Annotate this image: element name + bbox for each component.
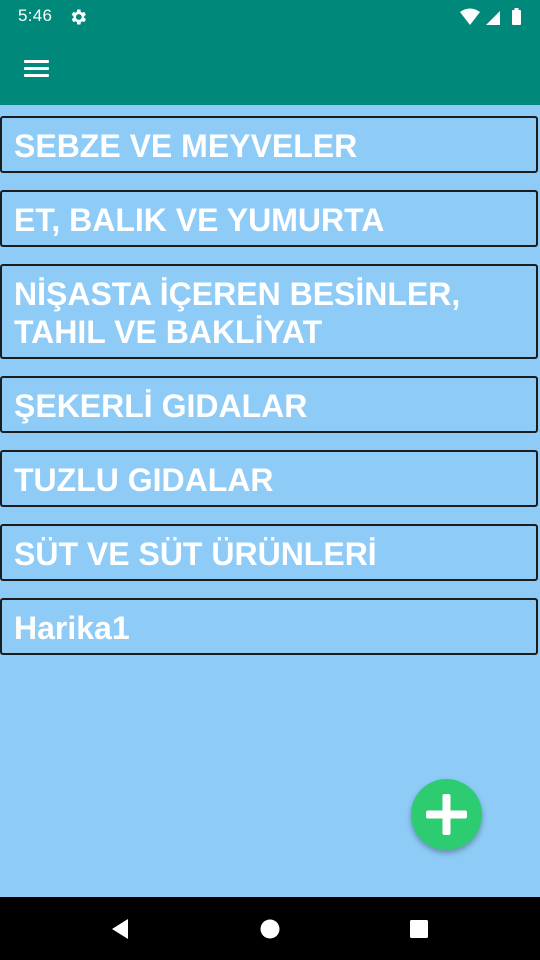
signal-icon — [486, 11, 500, 25]
category-item-tuzlu-gidalar[interactable]: TUZLU GIDALAR — [0, 450, 538, 507]
home-icon[interactable] — [256, 915, 284, 943]
add-button[interactable] — [411, 779, 482, 850]
wifi-icon — [460, 8, 480, 25]
category-item-sekerli-gidalar[interactable]: ŞEKERLİ GIDALAR — [0, 376, 538, 433]
gear-icon — [71, 9, 86, 25]
content-area: SEBZE VE MEYVELER ET, BALIK VE YUMURTA N… — [0, 105, 540, 897]
category-item-harika1[interactable]: Harika1 — [0, 598, 538, 655]
category-item-et-balik-ve-yumurta[interactable]: ET, BALIK VE YUMURTA — [0, 190, 538, 247]
hamburger-menu-icon[interactable] — [14, 49, 58, 89]
back-icon[interactable] — [106, 915, 134, 943]
category-item-sut-ve-sut-urunleri[interactable]: SÜT VE SÜT ÜRÜNLERİ — [0, 524, 538, 581]
app-bar — [0, 33, 540, 105]
status-bar: 5:46 — [0, 0, 540, 33]
status-icons — [460, 8, 521, 25]
category-item-nisasta-iceren-besinler[interactable]: NİŞASTA İÇEREN BESİNLER, TAHIL VE BAKLİY… — [0, 264, 538, 359]
battery-icon — [512, 8, 521, 25]
status-time: 5:46 — [18, 6, 53, 25]
navigation-bar — [0, 897, 540, 960]
recents-icon[interactable] — [405, 915, 433, 943]
category-item-sebze-ve-meyveler[interactable]: SEBZE VE MEYVELER — [0, 116, 538, 173]
plus-icon — [426, 794, 467, 835]
